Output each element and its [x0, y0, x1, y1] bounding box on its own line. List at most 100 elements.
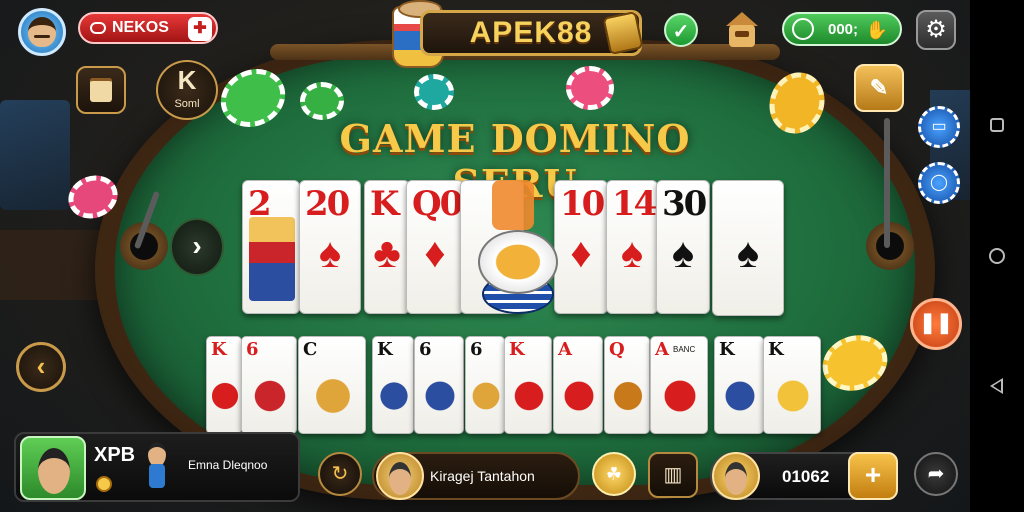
table-stick-right	[884, 118, 890, 248]
opponent-avatar	[376, 452, 424, 500]
chip-icon	[566, 66, 614, 110]
hand-card[interactable]: K	[504, 336, 552, 434]
hand-card[interactable]: K	[372, 336, 414, 434]
card-suit-icon: ♣	[373, 229, 401, 276]
card-rank: K	[509, 339, 525, 360]
card-rank: K	[768, 339, 784, 360]
recent-apps-icon[interactable]	[990, 118, 1004, 132]
card-suit-icon: ♦	[570, 229, 592, 276]
top-bar: NEKOS ✚ APEK88 ✓ 000; ✋ ⚙	[0, 0, 970, 68]
hand-card[interactable]: K	[714, 336, 764, 434]
card-rank: A	[558, 339, 572, 360]
card-rank: K	[211, 339, 227, 360]
back-arrow-button[interactable]: ‹	[16, 342, 66, 392]
card-suit-icon: ♠	[736, 229, 760, 276]
hand-card[interactable]: 6	[414, 336, 464, 434]
card-rank: 6	[246, 339, 259, 360]
android-nav-bar	[970, 0, 1024, 512]
card-rank: Q0	[412, 184, 463, 224]
hand-card[interactable]: 6	[241, 336, 297, 434]
profile-avatar-button[interactable]	[18, 8, 66, 56]
opponent-panel[interactable]: Kiragej Tantahon	[372, 452, 580, 500]
card-suit-icon: ♦	[424, 229, 446, 276]
table-card[interactable]: 2	[242, 180, 300, 314]
card-suit-icon: ♠	[671, 229, 695, 276]
card-art-icon	[769, 367, 817, 425]
background-screen	[0, 100, 70, 210]
k-button[interactable]: K Soml	[156, 60, 218, 120]
opponent-name: Kiragej Tantahon	[430, 468, 535, 484]
card-art-icon	[559, 367, 599, 425]
chip-icon	[414, 74, 454, 110]
player-name-pill[interactable]: NEKOS ✚	[78, 12, 218, 44]
coin-balance-pill[interactable]: 000; ✋	[782, 12, 902, 46]
hand-card[interactable]: K	[206, 336, 242, 434]
card-rank: Q	[609, 339, 625, 360]
logo-text: APEK88	[469, 16, 593, 49]
player-avatar[interactable]	[20, 436, 86, 500]
hand-card[interactable]: A BANC	[650, 336, 708, 434]
player-panel[interactable]: XPB Emna Dleqnoo	[14, 432, 300, 502]
hand-card[interactable]: K	[763, 336, 821, 434]
cup-holder-right	[866, 222, 914, 270]
emoji-chip-button[interactable]: ◯	[918, 162, 960, 204]
ready-check-button[interactable]: ✓	[664, 13, 698, 47]
card-art-icon	[212, 367, 238, 425]
card-rank: 6	[419, 339, 432, 360]
next-arrow-button[interactable]: ›	[170, 218, 224, 276]
card-rank: 20	[305, 184, 350, 224]
balance-panel: 01062 +	[710, 452, 898, 500]
hand-card[interactable]: A	[553, 336, 603, 434]
home-icon[interactable]	[989, 248, 1005, 264]
card-suit-icon: ♠	[620, 229, 644, 276]
table-card[interactable]: K ♣	[364, 180, 410, 314]
hand-card[interactable]: 6	[465, 336, 505, 434]
chip-icon	[300, 82, 344, 120]
card-suit-icon: ♠	[318, 229, 342, 276]
card-art-icon	[656, 367, 704, 425]
chat-icon	[90, 22, 106, 34]
table-card[interactable]: 20 ♠	[299, 180, 361, 314]
k-icon: K	[177, 65, 197, 95]
edit-pen-button[interactable]: ✎	[854, 64, 904, 112]
hand-card[interactable]: C	[298, 336, 366, 434]
card-rank: C	[303, 339, 318, 360]
player-mini-avatar-icon	[146, 442, 168, 496]
card-art-icon	[420, 367, 460, 425]
game-area: NEKOS ✚ APEK88 ✓ 000; ✋ ⚙ K Soml ✎ ▭ ◯ ›…	[0, 0, 970, 512]
share-button[interactable]: ➦	[914, 452, 958, 496]
card-art-icon	[471, 367, 501, 425]
card-rank: A	[655, 339, 669, 360]
avatar-face-icon	[28, 17, 56, 47]
add-balance-button[interactable]: +	[848, 452, 898, 500]
menu-button[interactable]	[76, 66, 126, 114]
add-friend-icon[interactable]: ✚	[188, 17, 212, 41]
card-art-icon	[610, 367, 646, 425]
table-card[interactable]: ♠	[712, 180, 784, 316]
k-button-label: Soml	[174, 98, 200, 110]
emote-button[interactable]: ↻	[318, 452, 362, 496]
bonus-coin-button[interactable]: ☘	[592, 452, 636, 496]
card-tag-icon	[492, 180, 534, 230]
card-rank: 10	[560, 184, 605, 224]
balance-value: 01062	[782, 467, 830, 486]
hand-card[interactable]: Q	[604, 336, 650, 434]
card-rank: K	[370, 184, 400, 224]
table-card[interactable]: 10 ♦	[554, 180, 608, 314]
dollar-icon	[792, 18, 814, 40]
player-subtitle: Emna Dleqnoo	[188, 458, 268, 472]
card-art-icon	[510, 367, 548, 425]
pause-button[interactable]: ❚❚	[910, 298, 962, 350]
card-art-icon	[247, 367, 293, 425]
chat-chip-button[interactable]: ▭	[918, 106, 960, 148]
discard-button[interactable]: ▥	[648, 452, 698, 498]
table-card[interactable]: 14 ♠	[606, 180, 658, 314]
table-card[interactable]: Q0 ♦	[406, 180, 464, 314]
table-card[interactable]: 30 ♠	[656, 180, 710, 314]
shop-house-icon[interactable]	[722, 12, 762, 50]
document-icon	[90, 78, 112, 102]
card-rank: K	[377, 339, 393, 360]
back-icon[interactable]	[990, 378, 1003, 394]
coin-balance: 000;	[828, 20, 859, 38]
settings-gear-button[interactable]: ⚙	[916, 10, 956, 50]
